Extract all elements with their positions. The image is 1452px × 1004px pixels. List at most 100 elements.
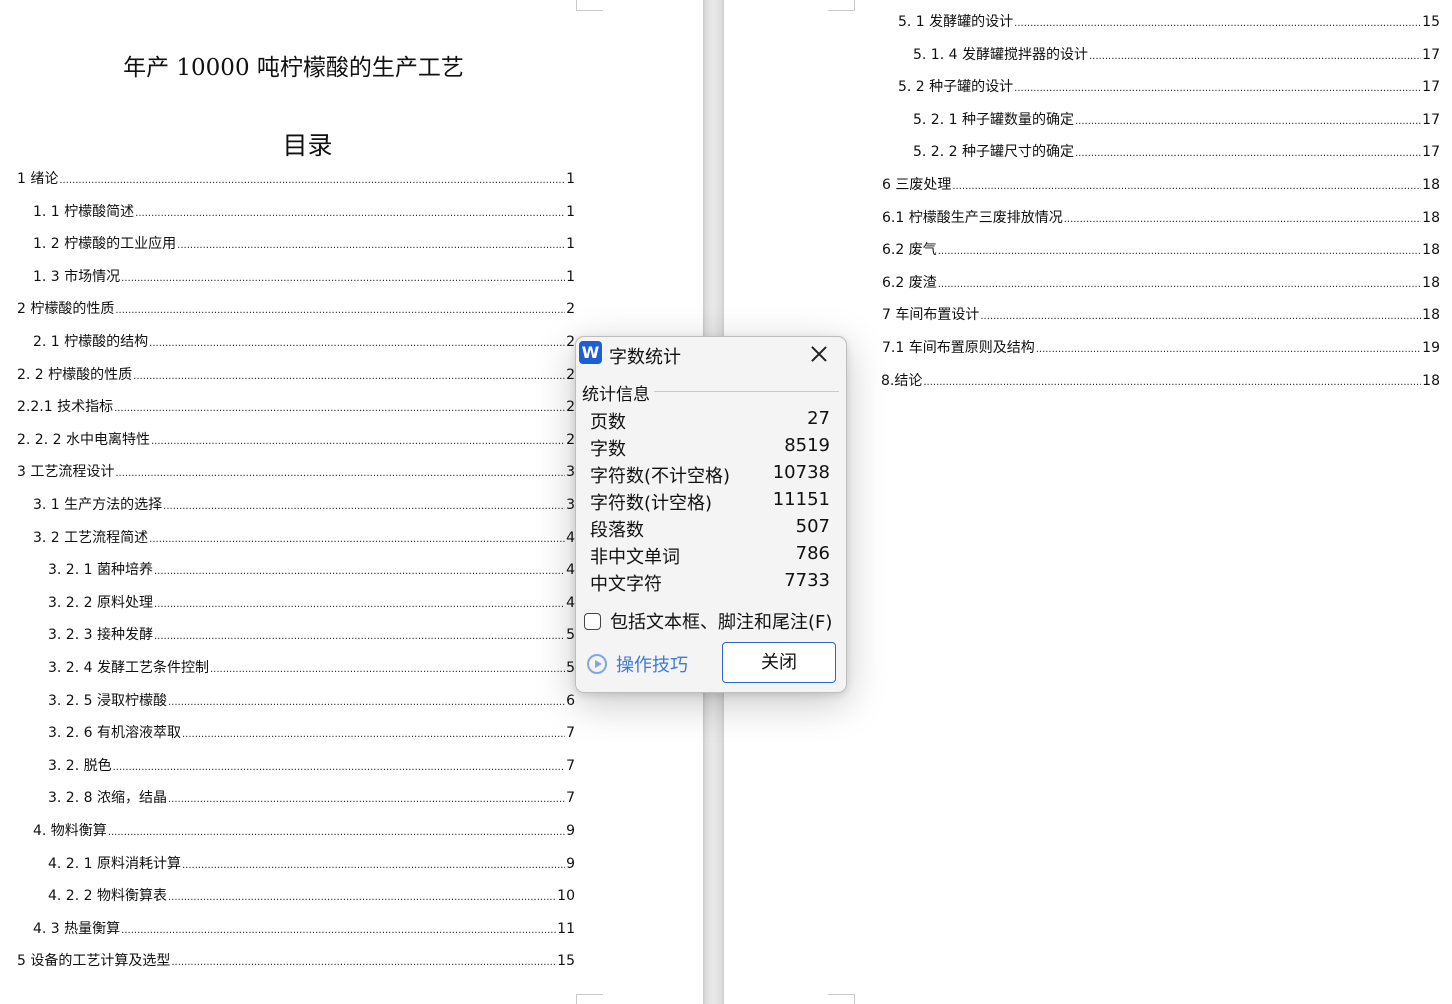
toc-entry[interactable]: 5. 2. 2 种子罐尺寸的确定 17 (913, 143, 1440, 163)
toc-entry[interactable]: 6.2 废气 18 (882, 241, 1440, 261)
toc-dot-leader (1075, 113, 1421, 131)
toc-dot-leader (1089, 48, 1421, 66)
toc-entry[interactable]: 4. 2. 2 物料衡算表 10 (48, 887, 575, 907)
toc-entry[interactable]: 5. 2. 1 种子罐数量的确定 17 (913, 111, 1440, 131)
toc-entry-page: 19 (1422, 340, 1440, 356)
toc-entry-page: 4 (566, 529, 575, 546)
toc-entry[interactable]: 3. 2. 5 浸取柠檬酸 6 (48, 692, 575, 712)
tips-label[interactable]: 操作技巧 (616, 651, 688, 677)
toc-entry[interactable]: 6.2 废渣 18 (882, 274, 1440, 294)
dialog-titlebar[interactable]: W 字数统计 (576, 337, 846, 371)
toc-entry-page: 17 (1422, 144, 1440, 161)
toc-entry[interactable]: 6.1 柠檬酸生产三废排放情况 18 (882, 209, 1440, 229)
tips-link[interactable]: 操作技巧 (587, 651, 688, 677)
stat-row-chinese-chars: 中文字符 7733 (590, 570, 830, 596)
toc-entry-page: 9 (566, 855, 575, 872)
toc-entry-label: 2. 2 柠檬酸的性质 (17, 366, 133, 383)
toc-entry-page: 4 (566, 562, 575, 579)
include-textbox-footnotes-checkbox[interactable] (584, 612, 601, 630)
toc-entry[interactable]: 2. 2 柠檬酸的性质 2 (17, 366, 575, 386)
toc-entry-label: 4. 物料衡算 (33, 823, 107, 839)
stat-value: 11151 (772, 489, 830, 510)
toc-entry[interactable]: 3. 2. 脱色 7 (48, 757, 575, 777)
toc-entry[interactable]: 1 绪论 1 (17, 170, 575, 190)
toc-entry[interactable]: 4. 3 热量衡算 11 (33, 920, 575, 940)
toc-entry-page: 18 (1422, 177, 1440, 193)
toc-entry-page: 3 (566, 497, 575, 513)
toc-entry[interactable]: 2. 1 柠檬酸的结构 2 (33, 333, 575, 353)
wps-writer-icon: W (579, 341, 602, 364)
toc-entry[interactable]: 3. 1 生产方法的选择 3 (33, 496, 575, 516)
toc-entry[interactable]: 3. 2. 3 接种发酵 5 (48, 626, 575, 646)
toc-entry[interactable]: 3. 2. 4 发酵工艺条件控制 5 (48, 659, 575, 679)
toc-entry[interactable]: 3. 2. 6 有机溶液萃取 7 (48, 724, 575, 744)
toc-entry[interactable]: 1. 1 柠檬酸简述 1 (33, 203, 575, 223)
toc-entry[interactable]: 6 三废处理 18 (882, 176, 1440, 196)
toc-dot-leader (154, 596, 565, 614)
stat-value: 8519 (784, 435, 830, 456)
toc-entry-label: 3. 2. 3 接种发酵 (48, 627, 153, 644)
toc-entry[interactable]: 3 工艺流程设计 3 (17, 463, 575, 483)
toc-entry-label: 3 工艺流程设计 (17, 464, 115, 481)
close-button[interactable]: 关闭 (722, 642, 836, 683)
toc-entry[interactable]: 5. 1. 4 发酵罐搅拌器的设计 17 (913, 46, 1440, 66)
toc-entry-page: 17 (1422, 79, 1440, 96)
toc-dot-leader (938, 243, 1421, 261)
toc-entry-label: 5. 2. 2 种子罐尺寸的确定 (913, 144, 1074, 161)
toc-entry[interactable]: 7.1 车间布置原则及结构 19 (882, 339, 1440, 359)
toc-entry-page: 4 (566, 594, 575, 611)
toc-dot-leader (1014, 15, 1421, 33)
page-corner-marker (576, 0, 603, 11)
toc-entry-page: 7 (566, 790, 575, 807)
toc-entry-label: 5. 1. 4 发酵罐搅拌器的设计 (913, 46, 1088, 63)
toc-entry[interactable]: 3. 2 工艺流程简述 4 (33, 529, 575, 549)
toc-entry[interactable]: 1. 2 柠檬酸的工业应用 1 (33, 235, 575, 255)
toc-entry[interactable]: 2 柠檬酸的性质 2 (17, 300, 575, 320)
toc-entry-page: 7 (566, 725, 575, 742)
word-count-dialog: W 字数统计 统计信息 页数 27 字数 8519 字符数(不计空格) 1073… (575, 336, 847, 693)
checkbox-label[interactable]: 包括文本框、脚注和尾注(F) (610, 608, 832, 634)
toc-entry-label: 3. 2. 8 浓缩，结晶 (48, 790, 167, 807)
include-textbox-footnotes-option[interactable]: 包括文本框、脚注和尾注(F) (584, 608, 832, 634)
toc-entry[interactable]: 5 设备的工艺计算及选型 15 (17, 952, 575, 972)
stat-row-chars-no-spaces: 字符数(不计空格) 10738 (590, 462, 830, 488)
toc-entry[interactable]: 5. 1 发酵罐的设计 15 (898, 13, 1440, 33)
toc-entry[interactable]: 2. 2. 2 水中电离特性 2 (17, 431, 575, 451)
toc-dot-leader (115, 465, 565, 483)
stat-label: 段落数 (590, 520, 644, 541)
stat-label: 中文字符 (590, 574, 662, 595)
stat-label: 字符数(计空格) (590, 493, 713, 514)
dialog-title: 字数统计 (609, 347, 681, 368)
toc-dot-leader (121, 922, 556, 940)
toc-dot-leader (1064, 211, 1421, 229)
toc-entry[interactable]: 7 车间布置设计 18 (882, 306, 1440, 326)
toc-entry-label: 3. 2. 5 浸取柠檬酸 (48, 692, 167, 709)
page-corner-marker (828, 994, 855, 1004)
toc-dot-leader (980, 308, 1421, 326)
toc-entry[interactable]: 4. 物料衡算 9 (33, 822, 575, 842)
toc-entry-page: 17 (1422, 111, 1440, 128)
toc-dot-leader (163, 498, 565, 516)
toc-entry-label: 3. 2. 脱色 (48, 757, 112, 774)
close-icon[interactable] (806, 341, 832, 367)
toc-entry[interactable]: 3. 2. 1 菌种培养 4 (48, 561, 575, 581)
toc-entry-page: 7 (566, 757, 575, 774)
toc-dot-leader (154, 628, 565, 646)
toc-entry-page: 15 (557, 953, 575, 970)
play-circle-icon (587, 654, 607, 674)
toc-entry[interactable]: 8.结论 18 (881, 372, 1440, 392)
toc-entry[interactable]: 1. 3 市场情况 1 (33, 268, 575, 288)
toc-entry[interactable]: 3. 2. 8 浓缩，结晶 7 (48, 789, 575, 809)
toc-entry[interactable]: 2.2.1 技术指标 2 (17, 398, 575, 418)
toc-entry[interactable]: 3. 2. 2 原料处理 4 (48, 594, 575, 614)
stat-label: 字符数(不计空格) (590, 466, 731, 487)
toc-entry-page: 5 (566, 627, 575, 644)
toc-entry-page: 18 (1422, 307, 1440, 324)
toc-dot-leader (938, 276, 1421, 294)
toc-entry-label: 4. 3 热量衡算 (33, 920, 121, 937)
toc-entry[interactable]: 5. 2 种子罐的设计 17 (898, 78, 1440, 98)
toc-dot-leader (182, 857, 565, 875)
toc-entry[interactable]: 4. 2. 1 原料消耗计算 9 (48, 855, 575, 875)
toc-entry-label: 2. 1 柠檬酸的结构 (33, 334, 149, 350)
toc-dot-leader (168, 694, 565, 712)
